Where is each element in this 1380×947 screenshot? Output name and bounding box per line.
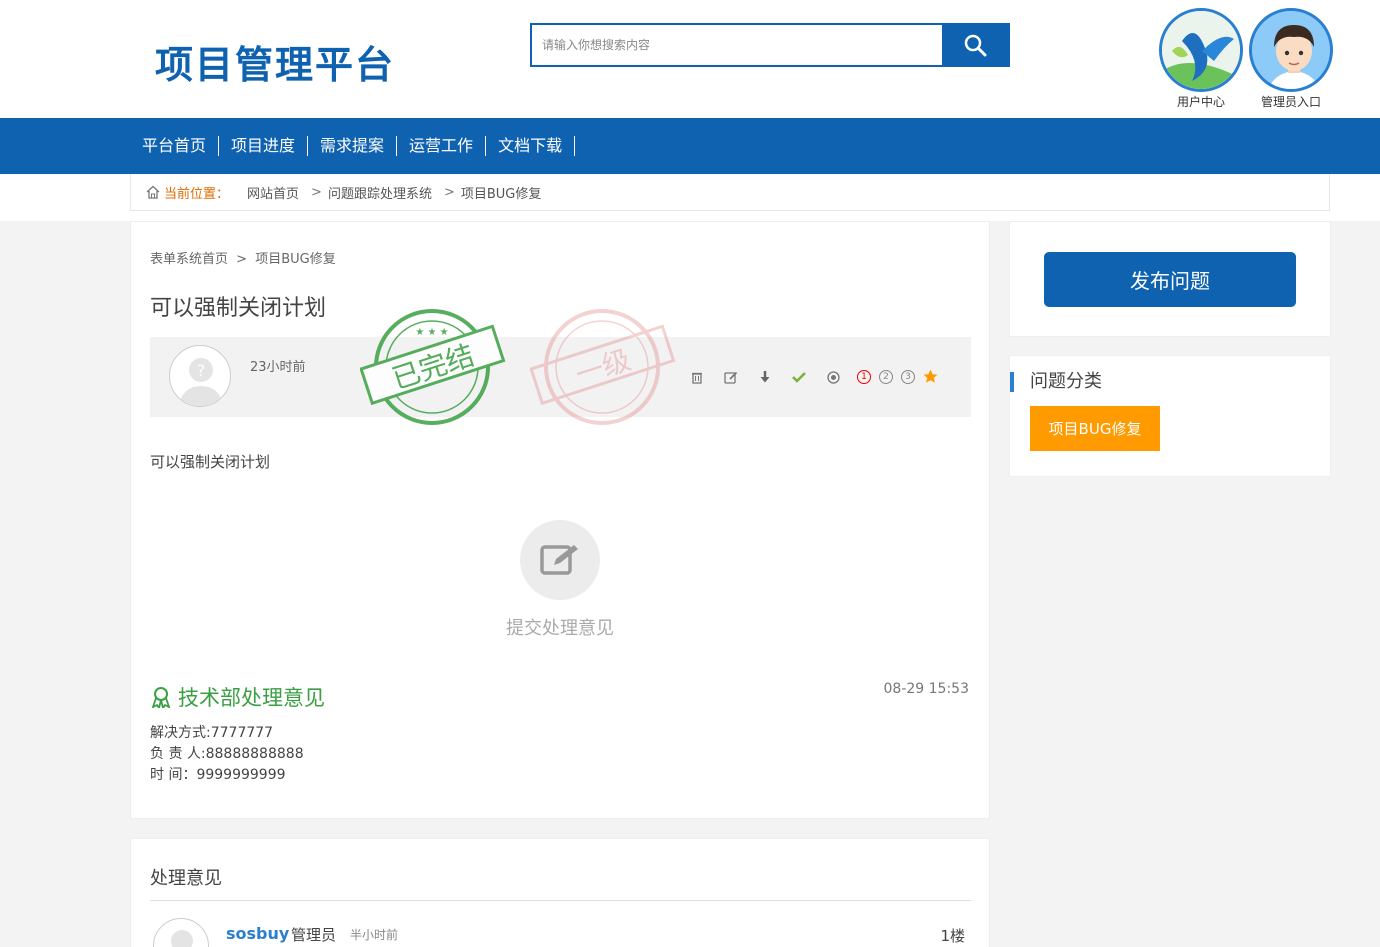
completed-stamp: 已完结 ★ ★ ★ [360,309,506,425]
home-icon [146,185,160,199]
nav-item-operations[interactable]: 运营工作 [397,136,487,156]
comments-panel: 处理意见 sosbuy 管理员 半小时前 1楼 [130,838,990,947]
submit-opinion-circle [520,520,600,600]
edit-button[interactable] [719,367,743,387]
edit-icon [724,371,738,384]
priority-3[interactable]: 3 [901,370,915,384]
sub-crumb-separator: > [236,252,248,267]
issue-title: 可以强制关闭计划 [150,296,327,321]
comment-time: 半小时前 [350,928,399,942]
dept-owner: 负 责 人:88888888888 [150,746,304,762]
nav-item-downloads[interactable]: 文档下载 [486,136,576,156]
admin-entry-label: 管理员入口 [1260,95,1321,109]
priority-1[interactable]: 1 [857,370,871,384]
category-bug-fix[interactable]: 项目BUG修复 [1030,406,1160,451]
breadcrumb-here-label: 当前位置： [164,186,230,202]
award-icon [151,687,171,708]
search-button[interactable] [942,25,1008,65]
breadcrumb-band: 当前位置： 网站首页 > 问题跟踪处理系统 > 项目BUG修复 [0,174,1380,221]
edit-icon [540,545,578,575]
nav-item-home[interactable]: 平台首页 [130,136,220,156]
delete-button[interactable] [685,367,709,387]
level-stamp-text: 一级 [571,343,634,392]
complete-button[interactable] [787,367,811,387]
priority-2[interactable]: 2 [879,370,893,384]
target-button[interactable] [821,367,845,387]
dept-date: 时 间：9999999999 [150,767,286,783]
sub-breadcrumb: 表单系统首页 > 项目BUG修复 [150,248,336,267]
category-heading: 问题分类 [1010,372,1102,392]
nav-item-progress[interactable]: 项目进度 [219,136,309,156]
commenter-avatar [153,918,209,947]
star-icon[interactable] [923,369,938,384]
issue-toolbar: 1 2 3 [685,367,938,387]
search-icon [964,34,987,57]
comment-floor: 1楼 [940,927,965,945]
breadcrumb: 当前位置： 网站首页 > 问题跟踪处理系统 > 项目BUG修复 [130,174,1330,211]
breadcrumb-item-home[interactable]: 网站首页 [247,183,299,202]
breadcrumb-separator: > [311,184,322,200]
comments-heading: 处理意见 [150,868,222,889]
publish-issue-button[interactable]: 发布问题 [1044,252,1296,307]
user-center-link[interactable]: 用户中心 [1158,8,1244,110]
admin-entry-link[interactable]: 管理员入口 [1248,8,1334,110]
site-header: 项目管理平台 用户中心 [0,0,1380,118]
dept-opinion-label: 技术部处理意见 [178,686,325,710]
nav-item-requirements[interactable]: 需求提案 [308,136,398,156]
dept-opinion-heading: 技术部处理意见 [150,682,325,712]
search-box [530,23,1010,67]
user-center-icon [1159,8,1243,92]
level-stamp: 一级 [530,309,676,425]
site-logo[interactable]: 项目管理平台 [155,34,395,89]
sub-crumb-current[interactable]: 项目BUG修复 [255,252,336,267]
issue-panel: 表单系统首页 > 项目BUG修复 可以强制关闭计划 ? 23小时前 已完结 ★ … [130,221,990,819]
trash-icon [692,372,702,384]
commenter-name[interactable]: sosbuy [226,924,289,943]
dept-method: 解决方式:7777777 [150,725,274,741]
issue-post-time: 23小时前 [250,360,306,375]
admin-avatar-icon [1249,8,1333,92]
submit-opinion-button[interactable]: 提交处理意见 [500,520,620,640]
issue-content: 可以强制关闭计划 [150,453,271,471]
issue-info-bar: ? 23小时前 已完结 ★ ★ ★ 一级 1 2 3 [150,309,971,425]
submit-opinion-label: 提交处理意见 [506,618,614,639]
comments-divider [150,900,971,901]
check-icon [792,372,806,383]
sidebar-category-box: 问题分类 项目BUG修复 [1009,355,1331,477]
poster-avatar: ? [169,345,231,407]
search-input[interactable] [532,25,944,65]
commenter-role: 管理员 [291,926,337,944]
sidebar-publish-box: 发布问题 [1009,221,1331,337]
arrow-down-icon [760,371,770,383]
breadcrumb-item-current[interactable]: 项目BUG修复 [461,183,542,202]
breadcrumb-item-tracker[interactable]: 问题跟踪处理系统 [328,183,432,202]
svg-text:?: ? [197,361,206,380]
target-icon [826,370,840,384]
sub-crumb-home[interactable]: 表单系统首页 [150,252,228,267]
main-nav: 平台首页 项目进度 需求提案 运营工作 文档下载 [0,118,1380,174]
breadcrumb-separator: > [443,184,455,200]
svg-text:★ ★ ★: ★ ★ ★ [415,327,448,338]
priority-selector: 1 2 3 [857,370,923,384]
download-button[interactable] [753,367,777,387]
dept-opinion-time: 08-29 15:53 [883,681,969,697]
user-center-label: 用户中心 [1176,95,1225,109]
